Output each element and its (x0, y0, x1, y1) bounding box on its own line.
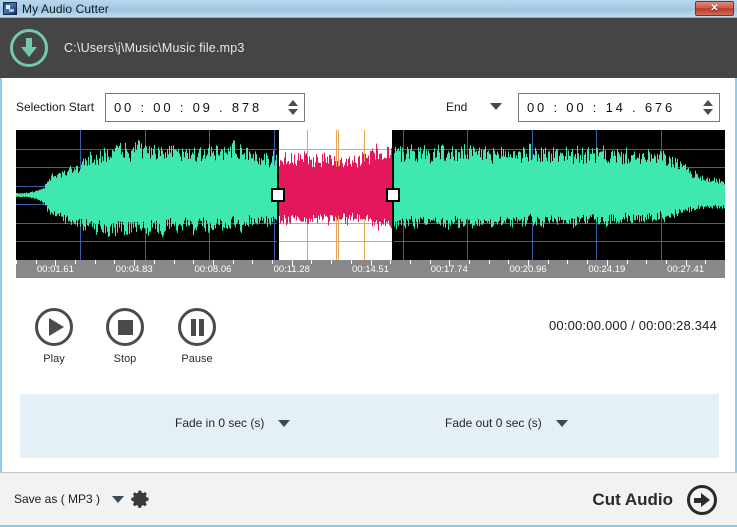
time-axis-tick (174, 260, 175, 264)
stop-label: Stop (95, 353, 155, 365)
save-as-dropdown[interactable]: Save as ( MP3 ) (14, 492, 124, 506)
selection-end-value: 00 : 00 : 14 . 676 (527, 100, 675, 115)
time-axis-tick (213, 260, 214, 266)
chevron-down-icon[interactable] (490, 103, 502, 110)
play-icon (49, 318, 64, 336)
gear-icon[interactable] (131, 489, 151, 509)
app-icon (3, 2, 17, 15)
waveform-display[interactable]: 00:01.6100:04.8300:08.0600:11.2800:14.51… (16, 130, 725, 278)
time-axis-tick (567, 260, 568, 264)
time-axis-tick (154, 260, 155, 264)
stop-button[interactable] (106, 308, 144, 346)
fade-out-label: Fade out 0 sec (s) (445, 416, 542, 430)
selection-end-label: End (446, 100, 467, 114)
waveform-time-axis: 00:01.6100:04.8300:08.0600:11.2800:14.51… (16, 260, 725, 278)
time-axis-tick (36, 260, 37, 264)
time-axis-tick (666, 260, 667, 264)
time-axis-tick (75, 260, 76, 264)
transport-controls: Play Stop Pause (30, 308, 290, 370)
time-axis-tick (548, 260, 549, 264)
time-axis-tick (193, 260, 194, 264)
time-axis-tick (351, 260, 352, 264)
selection-start-spinner[interactable] (286, 97, 300, 119)
file-header: C:\Users\j\Music\Music file.mp3 (0, 18, 737, 78)
window-title: My Audio Cutter (22, 3, 109, 15)
time-axis-tick (705, 260, 706, 264)
time-axis-tick (390, 260, 391, 264)
time-axis-tick (607, 260, 608, 266)
waveform-canvas[interactable] (16, 130, 725, 260)
open-file-icon[interactable] (10, 29, 48, 67)
selection-end-spinner[interactable] (701, 97, 715, 119)
pause-label: Pause (167, 353, 227, 365)
play-button[interactable] (35, 308, 73, 346)
selection-start-input[interactable]: 00 : 00 : 09 . 878 (105, 93, 305, 122)
time-axis-tick (331, 260, 332, 264)
selection-row: Selection Start 00 : 00 : 09 . 878 End 0… (2, 90, 735, 126)
selection-end-input[interactable]: 00 : 00 : 14 . 676 (518, 93, 720, 122)
playback-time-display: 00:00:00.000 / 00:00:28.344 (549, 318, 717, 333)
cut-audio-button[interactable]: Cut Audio (592, 485, 717, 515)
chevron-down-icon[interactable] (556, 420, 568, 427)
time-axis-tick (95, 260, 96, 264)
selection-start-value: 00 : 00 : 09 . 878 (114, 100, 262, 115)
file-path-text: C:\Users\j\Music\Music file.mp3 (64, 41, 245, 55)
time-axis-tick (430, 260, 431, 264)
time-axis-tick (134, 260, 135, 266)
time-axis-tick (627, 260, 628, 264)
fade-in-dropdown[interactable]: Fade in 0 sec (s) (175, 416, 290, 430)
chevron-down-icon[interactable] (278, 420, 290, 427)
time-axis-tick (489, 260, 490, 264)
close-button[interactable]: ✕ (695, 1, 734, 16)
time-axis-tick (233, 260, 234, 264)
time-axis-tick (16, 260, 17, 264)
time-axis-tick (469, 260, 470, 264)
save-as-label: Save as ( MP3 ) (14, 492, 100, 506)
arrow-right-circle-icon (687, 485, 717, 515)
play-label: Play (24, 353, 84, 365)
fade-out-dropdown[interactable]: Fade out 0 sec (s) (445, 416, 568, 430)
time-axis-tick (252, 260, 253, 264)
time-axis-tick (686, 260, 687, 266)
cut-audio-label: Cut Audio (592, 490, 673, 510)
time-axis-tick (646, 260, 647, 264)
pause-icon (190, 319, 205, 336)
time-axis-tick (114, 260, 115, 264)
time-axis-tick (292, 260, 293, 266)
bottom-bar: Save as ( MP3 ) Cut Audio (0, 473, 737, 525)
time-axis-tick (587, 260, 588, 264)
download-arrow-icon (20, 38, 38, 58)
time-axis-tick (528, 260, 529, 266)
pause-button[interactable] (178, 308, 216, 346)
time-axis-tick (55, 260, 56, 266)
title-bar: My Audio Cutter ✕ (0, 0, 737, 18)
time-axis-tick (311, 260, 312, 264)
fade-panel: Fade in 0 sec (s) Fade out 0 sec (s) (20, 394, 719, 458)
time-axis-tick (410, 260, 411, 264)
chevron-down-icon[interactable] (112, 496, 124, 503)
audio-cutter-window: My Audio Cutter ✕ C:\Users\j\Music\Music… (0, 0, 737, 527)
fade-in-label: Fade in 0 sec (s) (175, 416, 264, 430)
selection-start-label: Selection Start (16, 100, 94, 114)
time-axis-tick (508, 260, 509, 264)
time-axis-tick (272, 260, 273, 264)
stop-icon (118, 320, 133, 335)
time-axis-tick (449, 260, 450, 266)
time-axis-tick (371, 260, 372, 266)
